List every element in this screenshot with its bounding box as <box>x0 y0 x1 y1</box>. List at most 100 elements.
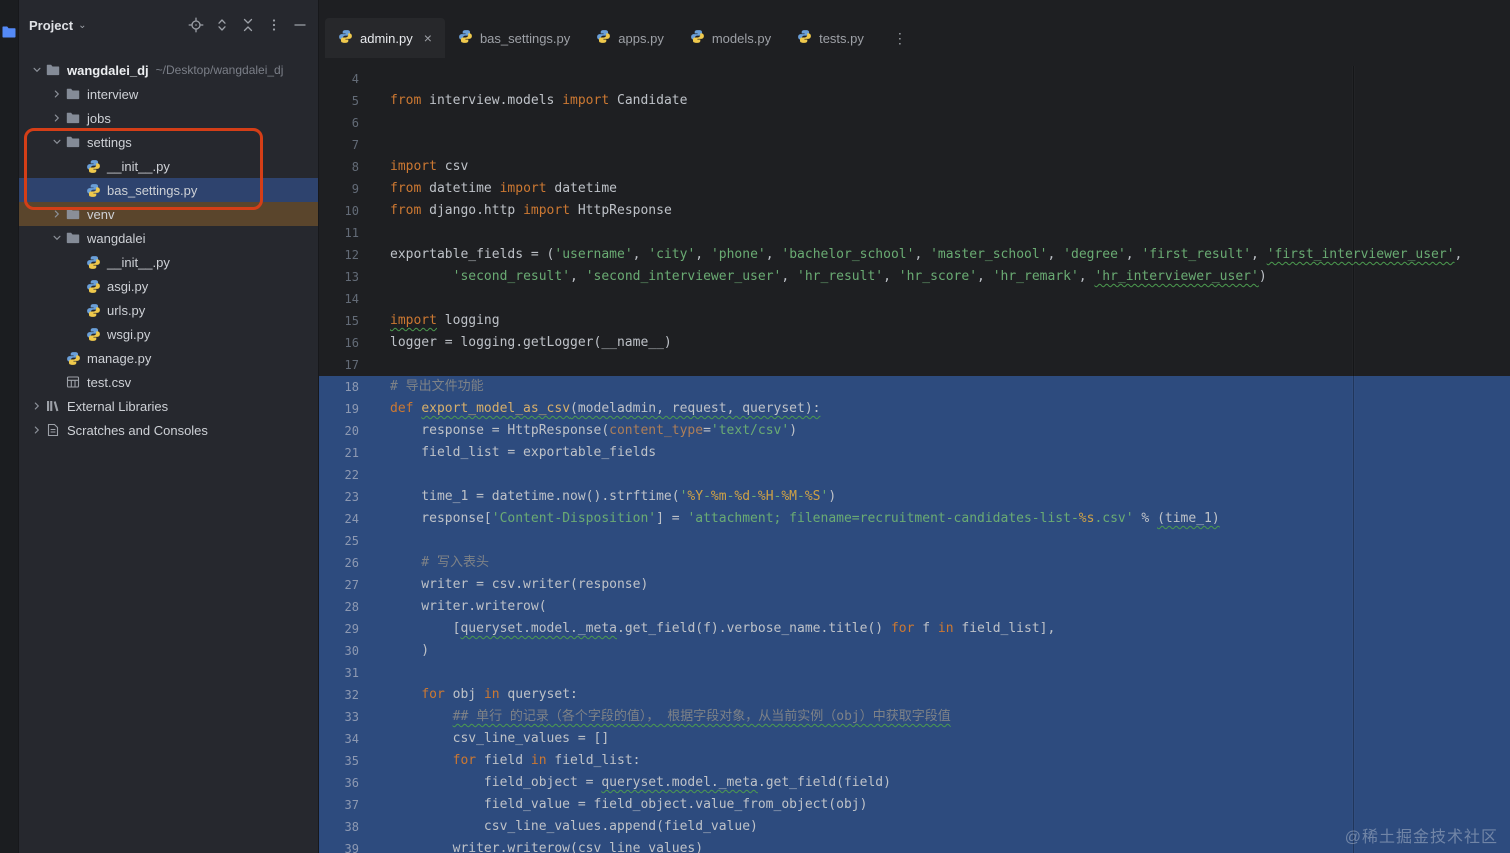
line-number[interactable]: 7 <box>319 134 359 156</box>
line-number[interactable]: 28 <box>319 596 359 618</box>
code-line-8[interactable]: 8 import csv <box>319 156 1510 178</box>
tree-item-wsgi-py[interactable]: wsgi.py <box>19 322 318 346</box>
code-line-22[interactable]: 22 <box>319 464 1510 486</box>
line-number[interactable]: 39 <box>319 838 359 853</box>
code-line-5[interactable]: 5 from interview.models import Candidate <box>319 90 1510 112</box>
code-line-9[interactable]: 9 from datetime import datetime <box>319 178 1510 200</box>
code-line-21[interactable]: 21 field_list = exportable_fields <box>319 442 1510 464</box>
collapse-all-icon[interactable] <box>240 17 256 33</box>
line-number[interactable]: 18 <box>319 376 359 398</box>
code-line-38[interactable]: 38 csv_line_values.append(field_value) <box>319 816 1510 838</box>
tree-item-manage-py[interactable]: manage.py <box>19 346 318 370</box>
line-number[interactable]: 13 <box>319 266 359 288</box>
code-line-30[interactable]: 30 ) <box>319 640 1510 662</box>
tree-item-wangdalei[interactable]: wangdalei <box>19 226 318 250</box>
code-line-16[interactable]: 16 logger = logging.getLogger(__name__) <box>319 332 1510 354</box>
code-editor[interactable]: 4 5 from interview.models import Candidate… <box>319 66 1510 853</box>
tab-models-py[interactable]: models.py <box>677 18 784 58</box>
code-line-23[interactable]: 23 time_1 = datetime.now().strftime('%Y-… <box>319 486 1510 508</box>
line-number[interactable]: 35 <box>319 750 359 772</box>
tabs-more-icon[interactable]: ⋮ <box>893 30 908 47</box>
line-number[interactable]: 24 <box>319 508 359 530</box>
line-number[interactable]: 37 <box>319 794 359 816</box>
line-number[interactable]: 11 <box>319 222 359 244</box>
chevron-down-icon[interactable] <box>29 65 45 75</box>
code-line-7[interactable]: 7 <box>319 134 1510 156</box>
code-line-26[interactable]: 26 # 写入表头 <box>319 552 1510 574</box>
line-number[interactable]: 29 <box>319 618 359 640</box>
line-number[interactable]: 23 <box>319 486 359 508</box>
code-line-18[interactable]: 18 # 导出文件功能 <box>319 376 1510 398</box>
code-line-31[interactable]: 31 <box>319 662 1510 684</box>
tree-item-init-py[interactable]: __init__.py <box>19 250 318 274</box>
code-line-20[interactable]: 20 response = HttpResponse(content_type=… <box>319 420 1510 442</box>
tree-item-jobs[interactable]: jobs <box>19 106 318 130</box>
chevron-right-icon[interactable] <box>49 89 65 99</box>
line-number[interactable]: 31 <box>319 662 359 684</box>
line-number[interactable]: 9 <box>319 178 359 200</box>
chevron-right-icon[interactable] <box>29 401 45 411</box>
line-number[interactable]: 15 <box>319 310 359 332</box>
code-line-6[interactable]: 6 <box>319 112 1510 134</box>
code-line-29[interactable]: 29 [queryset.model._meta.get_field(f).ve… <box>319 618 1510 640</box>
tree-item-asgi-py[interactable]: asgi.py <box>19 274 318 298</box>
chevron-right-icon[interactable] <box>29 425 45 435</box>
line-number[interactable]: 4 <box>319 68 359 90</box>
code-line-4[interactable]: 4 <box>319 68 1510 90</box>
code-line-35[interactable]: 35 for field in field_list: <box>319 750 1510 772</box>
code-line-15[interactable]: 15 import logging <box>319 310 1510 332</box>
code-line-12[interactable]: 12 exportable_fields = ('username', 'city… <box>319 244 1510 266</box>
tree-item-external-libraries[interactable]: External Libraries <box>19 394 318 418</box>
line-number[interactable]: 20 <box>319 420 359 442</box>
code-line-13[interactable]: 13 'second_result', 'second_interviewer_… <box>319 266 1510 288</box>
chevron-right-icon[interactable] <box>49 209 65 219</box>
project-panel-title[interactable]: Project ⌄ <box>29 18 86 33</box>
tree-item-venv[interactable]: venv <box>19 202 318 226</box>
code-line-36[interactable]: 36 field_object = queryset.model._meta.g… <box>319 772 1510 794</box>
tree-item-bas-settings-py[interactable]: bas_settings.py <box>19 178 318 202</box>
line-number[interactable]: 14 <box>319 288 359 310</box>
code-line-27[interactable]: 27 writer = csv.writer(response) <box>319 574 1510 596</box>
line-number[interactable]: 21 <box>319 442 359 464</box>
more-options-icon[interactable] <box>266 17 282 33</box>
code-line-10[interactable]: 10 from django.http import HttpResponse <box>319 200 1510 222</box>
line-number[interactable]: 10 <box>319 200 359 222</box>
line-number[interactable]: 30 <box>319 640 359 662</box>
line-number[interactable]: 16 <box>319 332 359 354</box>
line-number[interactable]: 5 <box>319 90 359 112</box>
tree-item-scratches-and-consoles[interactable]: Scratches and Consoles <box>19 418 318 442</box>
line-number[interactable]: 34 <box>319 728 359 750</box>
tab-apps-py[interactable]: apps.py <box>583 18 677 58</box>
code-line-32[interactable]: 32 for obj in queryset: <box>319 684 1510 706</box>
code-line-25[interactable]: 25 <box>319 530 1510 552</box>
chevron-down-icon[interactable] <box>49 233 65 243</box>
locate-icon[interactable] <box>188 17 204 33</box>
code-line-11[interactable]: 11 <box>319 222 1510 244</box>
code-line-34[interactable]: 34 csv_line_values = [] <box>319 728 1510 750</box>
tab-admin-py[interactable]: admin.py × <box>325 18 445 58</box>
line-number[interactable]: 6 <box>319 112 359 134</box>
tab-bas-settings-py[interactable]: bas_settings.py <box>445 18 583 58</box>
project-toolwindow-icon[interactable] <box>1 24 17 40</box>
chevron-right-icon[interactable] <box>49 113 65 123</box>
hide-panel-icon[interactable] <box>292 17 308 33</box>
code-line-17[interactable]: 17 <box>319 354 1510 376</box>
line-number[interactable]: 27 <box>319 574 359 596</box>
line-number[interactable]: 26 <box>319 552 359 574</box>
tree-item-interview[interactable]: interview <box>19 82 318 106</box>
line-number[interactable]: 17 <box>319 354 359 376</box>
line-number[interactable]: 22 <box>319 464 359 486</box>
code-line-19[interactable]: 19 def export_model_as_csv(modeladmin, re… <box>319 398 1510 420</box>
code-line-39[interactable]: 39 writer.writerow(csv_line_values) <box>319 838 1510 853</box>
tree-item-settings[interactable]: settings <box>19 130 318 154</box>
code-line-24[interactable]: 24 response['Content-Disposition'] = 'at… <box>319 508 1510 530</box>
chevron-down-icon[interactable] <box>49 137 65 147</box>
tree-item-test-csv[interactable]: test.csv <box>19 370 318 394</box>
line-number[interactable]: 33 <box>319 706 359 728</box>
tree-item-wangdalei-dj[interactable]: wangdalei_dj ~/Desktop/wangdalei_dj <box>19 58 318 82</box>
code-line-37[interactable]: 37 field_value = field_object.value_from… <box>319 794 1510 816</box>
line-number[interactable]: 25 <box>319 530 359 552</box>
tree-item-urls-py[interactable]: urls.py <box>19 298 318 322</box>
line-number[interactable]: 8 <box>319 156 359 178</box>
line-number[interactable]: 12 <box>319 244 359 266</box>
